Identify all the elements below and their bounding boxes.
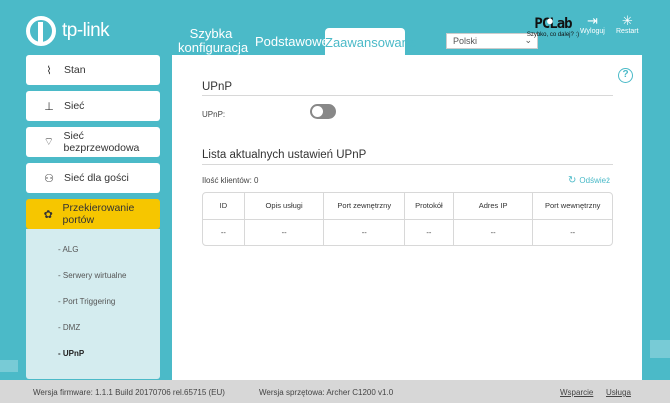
client-count: Ilość klientów: 0: [202, 176, 259, 185]
divider: [202, 164, 613, 165]
table-header: Port wewnętrzny: [544, 201, 601, 211]
table-cell: --: [405, 219, 454, 245]
upnp-table: ID Opis usługi Port zewnętrzny Protokół …: [202, 192, 613, 246]
sidebar-item-label: Sieć bezprzewodowa: [63, 130, 140, 154]
watermark-small: Szybko, co dalej? :): [526, 32, 580, 38]
table-cell: --: [324, 219, 406, 245]
network-icon: ⊥: [44, 100, 54, 113]
submenu-item-dmz[interactable]: - DMZ: [26, 315, 160, 341]
submenu-item-alg[interactable]: - ALG: [26, 237, 160, 263]
upnp-section-title: UPnP: [202, 81, 233, 93]
sidebar-item-guest-network[interactable]: ⚇ Sieć dla gości: [26, 163, 160, 193]
sidebar-item-network[interactable]: ⊥ Sieć: [26, 91, 160, 121]
port-forward-icon: ✿: [43, 208, 53, 221]
sidebar-item-label: Sieć dla gości: [64, 172, 129, 184]
table-header: Port zewnętrzny: [324, 193, 406, 219]
logout-icon: ⇥: [586, 13, 598, 28]
logout-label: Wyloguj: [580, 28, 605, 35]
help-icon[interactable]: ?: [618, 68, 633, 83]
upnp-toggle[interactable]: [310, 104, 336, 119]
table-header: Protokół: [405, 193, 454, 219]
table-header: Opis usługi: [245, 193, 325, 219]
guests-icon: ⚇: [44, 172, 54, 185]
background-decoration: [650, 340, 670, 358]
firmware-version: Wersja firmware: 1.1.1 Build 20170706 re…: [33, 388, 225, 397]
reboot-label: Restart: [616, 28, 639, 35]
table-cell: --: [570, 227, 576, 237]
sidebar: ⌇ Stan ⊥ Sieć ⌔ Sieć bezprzewodowa ⚇ Sie…: [26, 55, 160, 379]
main-panel: ? UPnP UPnP: Lista aktualnych ustawień U…: [172, 55, 642, 380]
logout-button[interactable]: ⇥ Wyloguj: [580, 13, 605, 36]
sidebar-item-status[interactable]: ⌇ Stan: [26, 55, 160, 85]
reboot-icon: ✳: [621, 13, 633, 28]
submenu-port-forwarding: - ALG - Serwery wirtualne - Port Trigger…: [26, 229, 160, 379]
submenu-item-port-triggering[interactable]: - Port Triggering: [26, 289, 160, 315]
upnp-toggle-label: UPnP:: [202, 110, 226, 119]
sidebar-item-label: Stan: [64, 64, 86, 76]
table-cell: --: [454, 219, 534, 245]
toggle-knob: [312, 106, 323, 117]
sidebar-item-label: Przekierowanie portów: [62, 202, 135, 226]
user-icon: ●: [546, 13, 554, 28]
tab-quick-setup[interactable]: Szybka konfiguracja: [178, 27, 248, 55]
divider: [202, 95, 613, 96]
wifi-icon: ⌔: [43, 136, 54, 148]
language-value: Polski: [453, 36, 478, 46]
refresh-icon: ↻: [568, 175, 577, 186]
table-cell: --: [203, 219, 245, 245]
tab-advanced[interactable]: Zaawansowane: [325, 28, 416, 56]
tp-link-logo[interactable]: tp-link: [26, 16, 110, 46]
table-header: ID: [203, 193, 245, 219]
refresh-label: Odśwież: [579, 176, 611, 185]
sidebar-item-port-forwarding[interactable]: ✿ Przekierowanie portów: [26, 199, 160, 229]
table-header: Adres IP: [454, 193, 534, 219]
tab-basic[interactable]: Podstawowe: [255, 35, 329, 49]
sidebar-item-label: Sieć: [64, 100, 85, 112]
table-row: -- -- -- -- -- --: [203, 219, 612, 245]
reboot-button[interactable]: ✳ Restart: [616, 13, 639, 36]
footer: Wersja firmware: 1.1.1 Build 20170706 re…: [0, 380, 670, 403]
table-cell: --: [245, 219, 325, 245]
upnp-list-title: Lista aktualnych ustawień UPnP: [202, 149, 367, 161]
logo-text: tp-link: [62, 20, 110, 41]
pulse-icon: ⌇: [46, 64, 52, 77]
logo-icon: [26, 16, 56, 46]
background-decoration: [0, 360, 18, 372]
refresh-button[interactable]: ↻ Odśwież: [568, 175, 610, 186]
support-link[interactable]: Wsparcie: [560, 388, 593, 397]
table-header-row: ID Opis usługi Port zewnętrzny Protokół …: [203, 193, 612, 220]
submenu-item-upnp[interactable]: - UPnP: [26, 341, 160, 367]
hardware-version: Wersja sprzętowa: Archer C1200 v1.0: [259, 388, 394, 397]
submenu-item-virtual-servers[interactable]: - Serwery wirtualne: [26, 263, 160, 289]
sidebar-item-wireless[interactable]: ⌔ Sieć bezprzewodowa: [26, 127, 160, 157]
app-link[interactable]: Usługa: [606, 388, 631, 397]
